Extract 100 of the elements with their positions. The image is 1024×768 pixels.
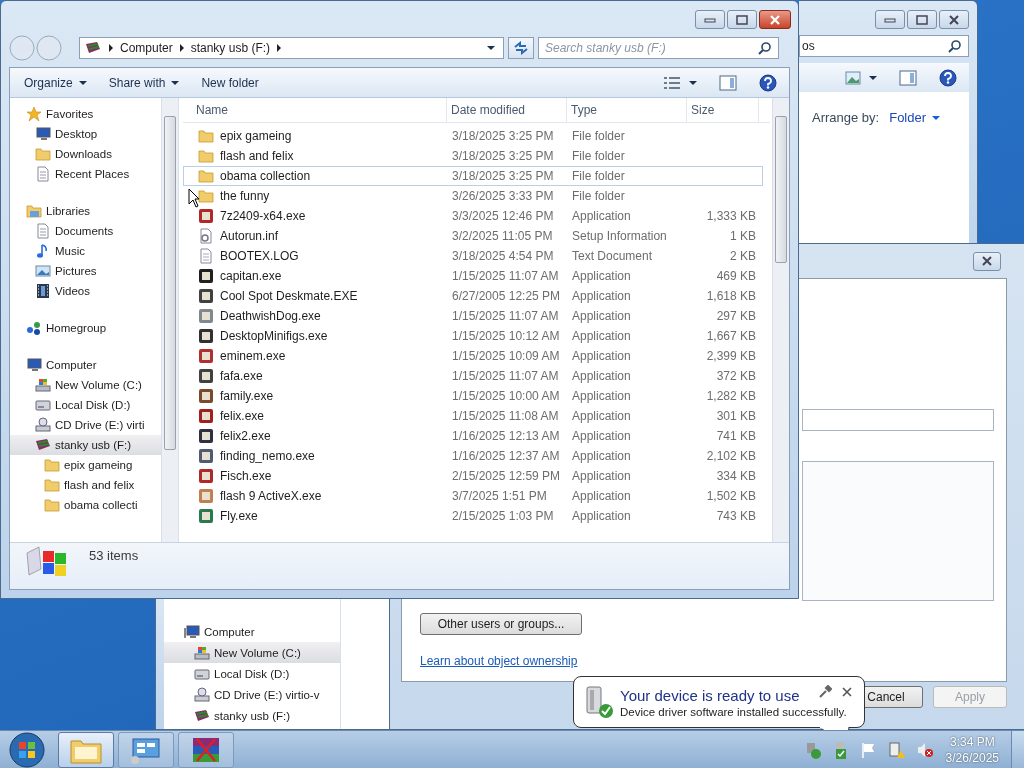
toolbar-button[interactable]: Organize [20, 73, 91, 92]
nav-item[interactable]: Pictures [10, 261, 161, 281]
nav-item[interactable]: Libraries [10, 201, 161, 221]
nav-item[interactable]: Homegroup [10, 318, 161, 338]
file-row[interactable]: 7z2409-x64.exe 3/3/2025 12:46 PM Application 1,333 KB [183, 206, 763, 226]
file-row[interactable]: DeathwishDog.exe 1/15/2025 11:07 AM Application 297 KB [183, 306, 763, 326]
taskbar-button[interactable] [58, 731, 114, 768]
breadcrumb-item[interactable]: stanky usb (F:) [190, 41, 271, 55]
file-row[interactable]: felix.exe 1/15/2025 11:08 AM Application 301 KB [183, 406, 763, 426]
view-options-icon[interactable] [663, 75, 681, 90]
type-cell-text: Application [571, 329, 632, 343]
file-row[interactable]: capitan.exe 1/15/2025 11:07 AM Application 469 KB [183, 266, 763, 286]
drive-icon [194, 644, 210, 661]
nav-item[interactable]: New Volume (C:) [164, 642, 340, 663]
chevron-icon[interactable] [108, 44, 114, 52]
file-row[interactable]: family.exe 1/15/2025 10:00 AM Application 1,282 KB [183, 386, 763, 406]
file-row[interactable]: flash and felix 3/18/2025 3:25 PM File folder [183, 146, 763, 166]
nav-item[interactable]: CD Drive (E:) virti [10, 415, 161, 435]
nav-item[interactable]: stanky usb (F:) [10, 435, 161, 455]
toolbar-button[interactable]: Share with [104, 73, 184, 92]
column-header[interactable]: Date modified [447, 98, 567, 122]
type-cell-text: Text Document [571, 249, 654, 263]
file-row[interactable]: Autorun.inf 3/2/2025 11:05 PM Setup Information 1 KB [183, 226, 763, 246]
close-button[interactable] [759, 10, 791, 29]
preview-pane-icon[interactable] [899, 69, 917, 86]
start-button[interactable] [8, 730, 46, 768]
nav-item[interactable]: Computer [10, 355, 161, 375]
preview-pane-icon[interactable] [719, 74, 737, 91]
file-row[interactable]: flash 9 ActiveX.exe 3/7/2025 1:51 PM Application 1,502 KB [183, 486, 763, 506]
nav-item[interactable]: stanky usb (F:) [164, 705, 340, 726]
minimize-button[interactable] [695, 10, 725, 29]
file-row[interactable]: Fly.exe 2/15/2025 1:03 PM Application 743 KB [183, 506, 763, 526]
caret-icon[interactable] [869, 75, 877, 80]
program-icon [198, 448, 214, 464]
nav-item[interactable]: New Volume (C:) [10, 375, 161, 395]
minimize-button[interactable] [875, 10, 905, 29]
size-cell: 1,618 KB [706, 289, 756, 303]
help-icon[interactable] [759, 73, 777, 92]
nav-item[interactable]: Downloads [10, 144, 161, 164]
input-field[interactable] [802, 409, 994, 431]
wrench-icon[interactable] [818, 685, 832, 699]
file-row[interactable]: finding_nemo.exe 1/16/2025 12:37 AM Application 2,102 KB [183, 446, 763, 466]
date-cell-text: 1/15/2025 11:08 AM [451, 409, 560, 423]
program-icon [198, 328, 214, 344]
nav-item[interactable]: Computer [164, 621, 340, 642]
nav-item[interactable]: Favorites [10, 104, 161, 124]
nav-item[interactable]: Recent Places [10, 164, 161, 184]
maximize-button[interactable] [727, 10, 757, 29]
column-header[interactable]: Name [183, 98, 447, 122]
file-row[interactable]: epix gameing 3/18/2025 3:25 PM File folder [183, 126, 763, 146]
arrange-dropdown[interactable]: Folder [889, 110, 941, 125]
file-row[interactable]: eminem.exe 1/15/2025 10:09 AM Application 2,399 KB [183, 346, 763, 366]
file-row[interactable]: the funny 3/26/2025 3:33 PM File folder [183, 186, 763, 206]
nav-item[interactable]: epix gameing [10, 455, 161, 475]
column-header[interactable]: Size [687, 98, 759, 122]
network-warning-icon[interactable] [887, 740, 906, 759]
nav-item[interactable]: CD Drive (E:) virtio-v [164, 684, 340, 705]
search-field[interactable]: os [799, 35, 969, 57]
address-bar[interactable]: Computer stanky usb (F:) [79, 37, 504, 59]
show-desktop-button[interactable] [1011, 731, 1024, 768]
taskbar-button[interactable] [118, 731, 174, 768]
owner-button[interactable]: Other users or groups... [420, 613, 582, 635]
nav-item[interactable]: Documents [10, 221, 161, 241]
nav-item[interactable]: Music [10, 241, 161, 261]
taskbar-button[interactable] [178, 731, 234, 768]
scrollbar[interactable] [772, 98, 789, 542]
file-row[interactable]: fafa.exe 1/15/2025 11:07 AM Application 372 KB [183, 366, 763, 386]
breadcrumb-item[interactable]: Computer [120, 41, 173, 55]
nav-item[interactable]: flash and felix [10, 475, 161, 495]
ownership-link[interactable]: Learn about object ownership [420, 654, 578, 668]
file-row[interactable]: BOOTEX.LOG 3/18/2025 4:54 PM Text Document 2 KB [183, 246, 763, 266]
toolbar-button[interactable]: New folder [197, 73, 263, 92]
scrollbar[interactable] [161, 98, 178, 542]
caret-icon[interactable] [689, 80, 697, 85]
nav-item[interactable]: Desktop [10, 124, 161, 144]
close-icon[interactable] [842, 687, 852, 697]
nav-item[interactable]: Videos [10, 281, 161, 301]
file-row[interactable]: Cool Spot Deskmate.EXE 6/27/2005 12:25 PM Application 1,618 KB [183, 286, 763, 306]
help-icon[interactable] [939, 68, 957, 87]
document-icon [35, 166, 51, 182]
file-row[interactable]: Fisch.exe 2/15/2025 12:59 PM Application 334 KB [183, 466, 763, 486]
file-row[interactable]: DesktopMinifigs.exe 1/15/2025 10:12 AM Application 1,667 KB [183, 326, 763, 346]
column-header[interactable]: Type [567, 98, 687, 122]
search-field[interactable]: Search stanky usb (F:) [538, 37, 779, 59]
chevron-icon[interactable] [178, 44, 185, 52]
close-button[interactable] [939, 10, 969, 29]
close-button[interactable] [973, 251, 1001, 271]
maximize-button[interactable] [907, 10, 937, 29]
file-row[interactable]: felix2.exe 1/16/2025 12:13 AM Application 741 KB [183, 426, 763, 446]
nav-item[interactable]: Local Disk (D:) [10, 395, 161, 415]
maximize-icon [916, 14, 928, 25]
nav-item[interactable]: Local Disk (D:) [164, 663, 340, 684]
refresh-button[interactable] [508, 37, 534, 59]
chevron-icon[interactable] [276, 44, 283, 52]
notification-balloon[interactable]: Your device is ready to use Device driver software installed successfully. [573, 676, 865, 728]
program-icon [198, 468, 214, 484]
file-row[interactable]: obama collection 3/18/2025 3:25 PM File folder [183, 166, 763, 186]
nav-item[interactable]: obama collecti [10, 495, 161, 515]
caret-icon[interactable] [487, 46, 495, 50]
picture-icon[interactable] [845, 70, 861, 85]
